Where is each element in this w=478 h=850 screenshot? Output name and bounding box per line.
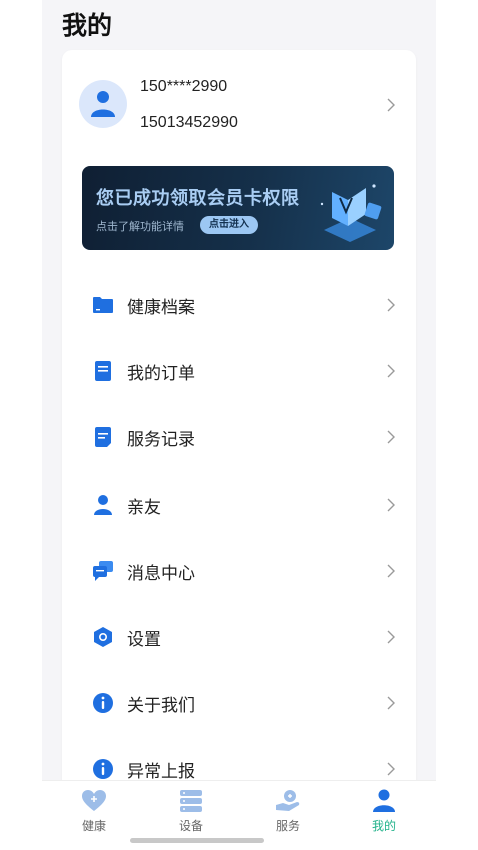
profile-row[interactable]: 150****2990 15013452990 [62,72,416,138]
device-icon [180,790,202,812]
banner-subtitle: 点击了解功能详情 [96,220,184,233]
service-icon [276,790,300,811]
menu-item-health-records[interactable]: 健康档案 [62,280,416,330]
menu-item-label: 我的订单 [127,364,195,384]
banner-title: 您已成功领取会员卡权限 [96,188,300,209]
tab-label: 我的 [371,819,396,833]
chevron-right-icon [386,430,396,444]
tab-mine[interactable]: 我的 [354,789,414,837]
settings-icon [94,627,112,647]
folder-icon [93,297,113,313]
chevron-right-icon [386,98,396,112]
tab-health[interactable]: 健康 [64,789,124,837]
info-icon [93,759,113,779]
menu-item-label: 设置 [127,630,161,650]
tab-label: 服务 [275,819,300,833]
user-icon [91,91,115,117]
profile-card: 150****2990 15013452990 您已成功领取会员卡权限 点击了解… [62,50,416,810]
membership-card-icon [320,184,382,242]
menu-item-family[interactable]: 亲友 [62,480,416,530]
heart-icon [82,790,106,811]
menu-item-label: 健康档案 [127,298,195,318]
menu-item-label: 关于我们 [127,696,195,716]
menu-item-label: 异常上报 [127,762,195,782]
chevron-right-icon [386,630,396,644]
page-title: 我的 [62,11,113,40]
membership-banner[interactable]: 您已成功领取会员卡权限 点击了解功能详情 点击进入 [82,166,394,250]
message-icon [93,561,113,581]
profile-screen: 我的 150****2990 15013452990 您已成功领取会员卡权限 点… [42,0,436,850]
order-icon [95,361,111,381]
menu-item-label: 服务记录 [127,430,195,450]
chevron-right-icon [386,298,396,312]
profile-icon [373,789,395,812]
menu-item-label: 消息中心 [127,564,195,584]
person-icon [94,495,112,515]
info-icon [93,693,113,713]
phone-masked: 150****2990 [140,78,228,95]
menu-item-label: 亲友 [127,498,161,518]
banner-enter-button[interactable]: 点击进入 [200,216,258,234]
phone-full: 15013452990 [140,114,238,131]
avatar [79,80,127,128]
chevron-right-icon [386,498,396,512]
chevron-right-icon [386,564,396,578]
record-icon [95,427,111,447]
tab-label: 健康 [81,819,106,833]
tab-devices[interactable]: 设备 [161,789,221,837]
chevron-right-icon [386,364,396,378]
home-indicator[interactable] [130,838,264,843]
menu-item-about-us[interactable]: 关于我们 [62,678,416,728]
menu-item-settings[interactable]: 设置 [62,612,416,662]
menu-item-my-orders[interactable]: 我的订单 [62,346,416,396]
menu-item-service-records[interactable]: 服务记录 [62,412,416,462]
chevron-right-icon [386,696,396,710]
tab-label: 设备 [178,819,203,833]
menu-item-message-center[interactable]: 消息中心 [62,546,416,596]
chevron-right-icon [386,762,396,776]
tab-services[interactable]: 服务 [258,789,318,837]
